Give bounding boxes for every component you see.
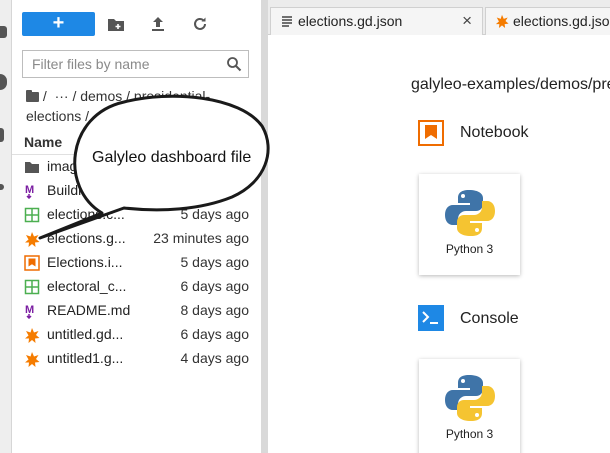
file-browser: + / ··· / demos / presidential- election…	[12, 0, 261, 453]
tab-elections-dashboard[interactable]: elections.gd.json	[485, 7, 610, 35]
file-row[interactable]: elections.c... 5 days ago	[12, 203, 261, 227]
panel-splitter[interactable]	[261, 0, 268, 453]
file-name: elections.c...	[47, 206, 125, 222]
breadcrumb: / ··· / demos / presidential- elections …	[26, 86, 258, 126]
new-launcher-button[interactable]: +	[22, 12, 95, 36]
file-row[interactable]: untitled.gd... 6 days ago	[12, 323, 261, 347]
file-filter-field	[22, 50, 249, 78]
card-label: Python 3	[445, 427, 494, 441]
upload-icon[interactable]	[149, 15, 167, 33]
file-row[interactable]: elections.g... 23 minutes ago	[12, 227, 261, 251]
file-name: Elections.i...	[47, 254, 123, 270]
tab-elections-json[interactable]: elections.gd.json ×	[270, 7, 483, 35]
notebook-section-title: Notebook	[460, 124, 529, 141]
file-name: README.md	[47, 302, 131, 318]
notebook-icon	[24, 255, 40, 271]
file-modified: 8 days ago	[180, 302, 250, 318]
file-name: untitled.gd...	[47, 326, 124, 342]
file-modified: 6 days ago	[180, 278, 250, 294]
file-name: untitled1.g...	[47, 350, 124, 366]
activity-commands-icon[interactable]	[0, 128, 4, 142]
callout-text: Galyleo dashboard file	[92, 149, 252, 166]
text-file-icon	[282, 16, 292, 27]
activity-extension-icon[interactable]	[0, 184, 4, 190]
file-name: Building...	[47, 182, 109, 198]
file-row[interactable]: M Building...	[12, 179, 261, 203]
close-icon[interactable]: ×	[462, 11, 472, 31]
python-icon	[445, 190, 495, 236]
markdown-icon: M	[24, 183, 40, 200]
name-column-header[interactable]: Name	[24, 134, 62, 150]
console-section-title: Console	[460, 310, 519, 327]
console-python3-card[interactable]: Python 3	[419, 359, 520, 453]
python-icon	[445, 375, 495, 421]
tab-bar: elections.gd.json × elections.gd.json	[268, 0, 610, 35]
file-filter-input[interactable]	[23, 51, 221, 77]
folder-icon[interactable]	[26, 90, 39, 102]
galyleo-icon	[24, 327, 40, 343]
breadcrumb-demos[interactable]: / demos /	[72, 88, 130, 104]
file-browser-toolbar: +	[22, 12, 252, 36]
file-row[interactable]: electoral_c... 6 days ago	[12, 275, 261, 299]
markdown-icon: M	[24, 303, 40, 320]
search-icon	[227, 57, 242, 72]
spreadsheet-icon	[24, 279, 40, 295]
activity-tab-marker[interactable]	[0, 26, 7, 38]
activity-bar	[0, 0, 12, 453]
breadcrumb-separator: /	[42, 88, 47, 104]
galyleo-icon	[495, 14, 509, 28]
file-row[interactable]: untitled1.g... 4 days ago	[12, 347, 261, 371]
notebook-python3-card[interactable]: Python 3	[419, 174, 520, 275]
file-row[interactable]: Elections.i... 5 days ago	[12, 251, 261, 275]
galyleo-icon	[24, 351, 40, 367]
notebook-icon	[418, 120, 444, 146]
file-modified: 5 days ago	[180, 206, 250, 222]
launcher-path: galyleo-examples/demos/pre	[411, 76, 610, 93]
main-area: elections.gd.json × elections.gd.json ga…	[268, 0, 610, 453]
breadcrumb-current[interactable]: presidential-	[130, 88, 210, 104]
file-row[interactable]: M README.md 8 days ago	[12, 299, 261, 323]
folder-icon	[24, 159, 40, 175]
file-modified: 6 days ago	[180, 326, 250, 342]
breadcrumb-ellipsis[interactable]: ···	[55, 88, 69, 104]
file-name: elections.g...	[47, 230, 126, 246]
galyleo-icon	[24, 231, 40, 247]
card-label: Python 3	[445, 242, 494, 256]
file-modified: 23 minutes ago	[153, 230, 249, 246]
console-icon	[418, 305, 444, 331]
breadcrumb-current-continued[interactable]: elections /	[26, 108, 89, 124]
activity-running-icon[interactable]	[0, 74, 7, 90]
file-name: electoral_c...	[47, 278, 127, 294]
file-modified: 5 days ago	[180, 254, 250, 270]
refresh-icon[interactable]	[191, 15, 209, 33]
file-modified: 4 days ago	[180, 350, 250, 366]
spreadsheet-icon	[24, 207, 40, 223]
new-folder-icon[interactable]	[107, 15, 125, 33]
